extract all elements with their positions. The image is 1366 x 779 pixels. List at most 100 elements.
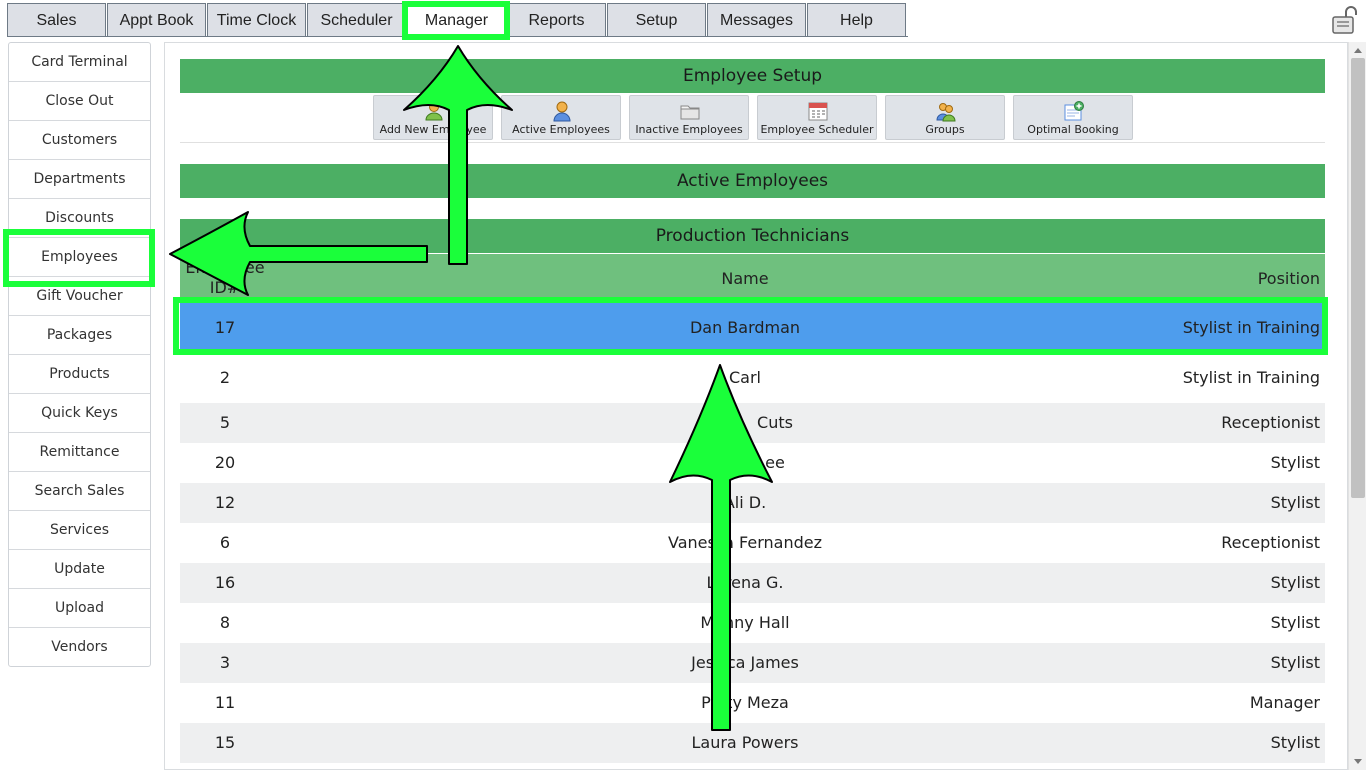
employee-id: 15: [214, 733, 236, 752]
active-employees-icon: [553, 101, 571, 122]
optimal-booking-button[interactable]: Optimal Booking: [1013, 95, 1133, 140]
optimal-booking-icon: [1064, 101, 1084, 121]
employee-id: 12: [214, 493, 236, 512]
active-employees-button[interactable]: Active Employees: [501, 95, 621, 140]
tool-label: Optimal Booking: [1027, 123, 1119, 136]
sidebar-item-update[interactable]: Update: [9, 550, 150, 589]
employee-name: Laura Powers: [691, 733, 799, 752]
employee-id: 2: [219, 368, 231, 387]
employee-id: 16: [214, 573, 236, 592]
employee-name: Carl: [729, 368, 761, 387]
tab-appt-book[interactable]: Appt Book: [107, 3, 206, 37]
sidebar-item-packages[interactable]: Packages: [9, 316, 150, 355]
tab-manager[interactable]: Manager: [407, 3, 506, 37]
tab-reports[interactable]: Reports: [507, 3, 606, 37]
column-header-name[interactable]: Name: [580, 254, 910, 303]
sidebar-item-card-terminal[interactable]: Card Terminal: [9, 43, 150, 82]
table-row[interactable]: 15 Laura Powers Stylist: [180, 723, 1325, 763]
tool-label: Add New Employee: [379, 123, 487, 136]
tab-sales[interactable]: Sales: [7, 3, 106, 37]
vertical-scrollbar[interactable]: [1348, 42, 1366, 770]
employee-position: Stylist: [1270, 493, 1320, 512]
employee-setup-header: Employee Setup: [180, 59, 1325, 93]
tool-label: Active Employees: [512, 123, 610, 136]
sidebar-item-discounts[interactable]: Discounts: [9, 199, 150, 238]
tab-messages[interactable]: Messages: [707, 3, 806, 37]
employee-id: 3: [219, 653, 231, 672]
employee-scheduler-button[interactable]: Employee Scheduler: [757, 95, 877, 140]
employee-position: Stylist: [1270, 653, 1320, 672]
employee-position: Receptionist: [1221, 533, 1320, 552]
employee-name: Manny Hall: [700, 613, 790, 632]
employee-id: 20: [214, 453, 236, 472]
employee-position: Stylist in Training: [1182, 368, 1320, 387]
employee-position: Manager: [1249, 693, 1320, 712]
column-header-id[interactable]: Employee ID#: [185, 258, 265, 298]
tab-scheduler[interactable]: Scheduler: [307, 3, 406, 37]
inactive-employees-button[interactable]: Inactive Employees: [629, 95, 749, 140]
sidebar-item-upload[interactable]: Upload: [9, 589, 150, 628]
scroll-up-icon[interactable]: [1354, 48, 1362, 53]
tab-time-clock[interactable]: Time Clock: [207, 3, 306, 37]
tab-divider: [7, 36, 908, 37]
add-employee-icon: [425, 102, 443, 121]
sidebar-item-close-out[interactable]: Close Out: [9, 82, 150, 121]
lock-open-icon[interactable]: [1328, 4, 1360, 36]
table-row[interactable]: 3 Jessica James Stylist: [180, 643, 1325, 683]
sidebar-item-search-sales[interactable]: Search Sales: [9, 472, 150, 511]
table-row[interactable]: 17 Dan Bardman Stylist in Training: [180, 303, 1325, 353]
tab-setup[interactable]: Setup: [607, 3, 706, 37]
add-new-employee-button[interactable]: Add New Employee: [373, 95, 493, 140]
employee-name: Patty Meza: [701, 693, 789, 712]
table-row[interactable]: 11 Patty Meza Manager: [180, 683, 1325, 723]
sidebar-item-employees[interactable]: Employees: [9, 238, 150, 277]
sidebar-item-vendors[interactable]: Vendors: [9, 628, 150, 667]
employee-toolbar: Add New Employee Active Employees Inacti…: [180, 93, 1325, 143]
employee-position: Stylist in Training: [1182, 318, 1320, 337]
table-row[interactable]: 8 Manny Hall Stylist: [180, 603, 1325, 643]
employee-name: ee: [765, 453, 785, 472]
tool-label: Employee Scheduler: [760, 123, 874, 136]
employee-id: 8: [219, 613, 231, 632]
sidebar-item-customers[interactable]: Customers: [9, 121, 150, 160]
employee-position: Stylist: [1270, 733, 1320, 752]
sidebar-item-services[interactable]: Services: [9, 511, 150, 550]
table-row[interactable]: 20 ee Stylist: [180, 443, 1325, 483]
sidebar-item-remittance[interactable]: Remittance: [9, 433, 150, 472]
main-panel: Employee Setup Add New Employee Active E…: [164, 42, 1348, 770]
employee-name: Lorena G.: [706, 573, 784, 592]
table-row[interactable]: 16 Lorena G. Stylist: [180, 563, 1325, 603]
sidebar-item-quick-keys[interactable]: Quick Keys: [9, 394, 150, 433]
table-row[interactable]: 2 Carl Stylist in Training: [180, 353, 1325, 403]
groups-icon: [936, 103, 956, 122]
sidebar-item-departments[interactable]: Departments: [9, 160, 150, 199]
tool-label: Groups: [925, 123, 965, 136]
group-header: Production Technicians: [180, 219, 1325, 253]
table-row[interactable]: 5 Cuts Receptionist: [180, 403, 1325, 443]
groups-button[interactable]: Groups: [885, 95, 1005, 140]
employee-position: Stylist: [1270, 573, 1320, 592]
scroll-down-icon[interactable]: [1354, 759, 1362, 764]
employee-name: Ali D.: [723, 493, 767, 512]
table-row[interactable]: 12 Ali D. Stylist: [180, 483, 1325, 523]
active-employees-header: Active Employees: [180, 164, 1325, 198]
employee-id: 6: [219, 533, 231, 552]
sidebar-item-gift-voucher[interactable]: Gift Voucher: [9, 277, 150, 316]
employee-position: Stylist: [1270, 613, 1320, 632]
employee-name: Dan Bardman: [689, 318, 801, 337]
column-header-position[interactable]: Position: [1258, 254, 1320, 303]
sidebar-item-products[interactable]: Products: [9, 355, 150, 394]
scroll-thumb[interactable]: [1351, 58, 1365, 498]
table-row[interactable]: 6 Vanessa Fernandez Receptionist: [180, 523, 1325, 563]
employee-id: 11: [214, 693, 236, 712]
top-nav: Sales Appt Book Time Clock Scheduler Man…: [0, 0, 1366, 38]
employee-id: 17: [214, 318, 236, 337]
employee-position: Stylist: [1270, 453, 1320, 472]
employee-name: Cuts: [757, 413, 793, 432]
table-header: Employee ID# Name Position: [180, 254, 1325, 303]
tool-label: Inactive Employees: [635, 123, 743, 136]
employee-position: Receptionist: [1221, 413, 1320, 432]
employee-id: 5: [219, 413, 231, 432]
tab-help[interactable]: Help: [807, 3, 906, 37]
calendar-icon: [808, 102, 828, 121]
